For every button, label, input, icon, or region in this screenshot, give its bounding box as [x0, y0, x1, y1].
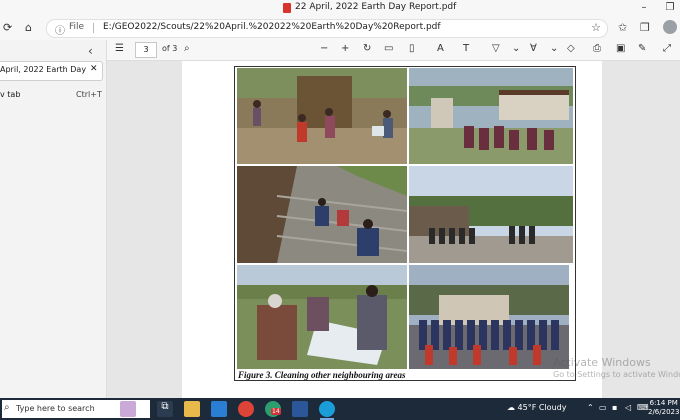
new-tab-shortcut: Ctrl+T [76, 90, 102, 99]
system-clock[interactable]: 6:14 PM 2/6/2023 [648, 399, 679, 417]
url-bar[interactable]: ⓘ File E:/GEO2022/Scouts/22%20April.%202… [46, 19, 608, 38]
photo-collecting-waste [237, 265, 407, 369]
favorites-icon[interactable]: ✩ [618, 21, 627, 34]
search-placeholder: Type here to search [16, 404, 95, 413]
task-view-icon[interactable]: ⧉ [157, 401, 173, 417]
photo-stairs-cleaning [237, 166, 407, 263]
figure-caption: Figure 3. Cleaning other neighbouring ar… [238, 370, 406, 380]
edge-icon[interactable] [319, 401, 335, 417]
cortana-icon[interactable] [120, 401, 136, 417]
page-view-icon[interactable]: ▯ [409, 43, 415, 54]
save-as-icon[interactable]: ✎ [638, 43, 646, 54]
tab-item[interactable]: April, 2022 Earth Day Report.pdf ✕ [0, 61, 103, 81]
taskbar: ⌕ Type here to search ⧉ 14 ☁ 45°F Cloudy… [0, 398, 680, 420]
fit-page-icon[interactable]: ▭ [384, 43, 393, 54]
vertical-tab-sidebar: ‹ April, 2022 Earth Day Report.pdf ✕ v t… [0, 40, 107, 398]
reload-icon[interactable]: ⟳ [3, 21, 12, 34]
rotate-icon[interactable]: ↻ [363, 43, 371, 54]
close-icon[interactable]: ✕ [90, 64, 98, 74]
window-title: 22 April, 2022 Earth Day Report.pdf [295, 2, 457, 12]
weather-text: 45°F Cloudy [517, 403, 567, 412]
chevron-up-icon[interactable]: ⌃ [587, 403, 594, 412]
address-bar-row: ⟳ ⌂ ⓘ File E:/GEO2022/Scouts/22%20April.… [0, 16, 680, 40]
weather-widget[interactable]: ☁ 45°F Cloudy [507, 403, 566, 412]
pdf-toolbar: ☰ 3 of 3 ⌕ − + ↻ ▭ ▯ A T ▽ ⌄ ∀ ⌄ ◇ ⎙ ▣ ✎… [107, 40, 680, 61]
draw-icon[interactable]: ▽ [492, 43, 500, 54]
home-icon[interactable]: ⌂ [25, 21, 32, 34]
collapse-sidebar-icon[interactable]: ‹ [88, 44, 93, 58]
zoom-in-icon[interactable]: + [341, 43, 349, 54]
zoom-out-icon[interactable]: − [320, 43, 328, 54]
page-count: of 3 [162, 44, 178, 53]
fullscreen-icon[interactable]: ⤢ [663, 43, 671, 54]
minimize-icon[interactable]: – [634, 0, 654, 16]
app-icon[interactable]: 14 [265, 401, 281, 417]
contents-icon[interactable]: ☰ [115, 43, 124, 54]
mail-icon[interactable] [211, 401, 227, 417]
activation-watermark-text: Go to Settings to activate Windows [553, 370, 680, 379]
clock-time: 6:14 PM [649, 399, 678, 407]
profile-avatar[interactable] [663, 20, 677, 34]
maximize-icon[interactable]: ❐ [660, 0, 680, 16]
scheme-label: File [69, 22, 85, 32]
photo-group-courtyard [409, 68, 573, 164]
pdf-viewer[interactable]: Figure 3. Cleaning other neighbouring ar… [107, 61, 680, 398]
erase-icon[interactable]: ◇ [567, 43, 575, 54]
search-icon[interactable]: ⌕ [184, 43, 190, 54]
draw-dropdown-icon[interactable]: ⌄ [512, 43, 520, 54]
bookmark-star-icon[interactable]: ☆ [591, 21, 601, 34]
text-icon[interactable]: T [463, 43, 469, 54]
highlight-dropdown-icon[interactable]: ⌄ [550, 43, 558, 54]
page-number-input[interactable]: 3 [135, 42, 157, 58]
info-icon[interactable]: ⓘ [55, 22, 65, 37]
pdf-page: Figure 3. Cleaning other neighbouring ar… [182, 61, 602, 398]
clock-date: 2/6/2023 [648, 408, 680, 416]
activation-watermark-title: Activate Windows [553, 356, 651, 369]
photo-collage [234, 66, 576, 381]
save-icon[interactable]: ▣ [616, 43, 625, 54]
notification-badge: 14 [271, 408, 281, 415]
new-tab-label: v tab [0, 90, 21, 99]
search-icon: ⌕ [4, 402, 10, 413]
photo-cleaning-shed [237, 68, 407, 164]
tab-title: April, 2022 Earth Day Report.pdf [0, 65, 86, 74]
word-icon[interactable] [292, 401, 308, 417]
url-text[interactable]: E:/GEO2022/Scouts/22%20April.%202022%20E… [103, 22, 441, 32]
volume-icon[interactable]: ◁ [625, 403, 631, 412]
title-bar: 22 April, 2022 Earth Day Report.pdf – ❐ [0, 0, 680, 16]
read-aloud-icon[interactable]: A [437, 43, 444, 54]
scrollbar[interactable] [674, 61, 680, 398]
photo-group-portrait [409, 265, 569, 369]
collections-icon[interactable]: ❒ [640, 21, 650, 34]
file-explorer-icon[interactable] [184, 401, 200, 417]
cloud-icon: ☁ [507, 403, 518, 412]
network-icon[interactable]: ▭ [599, 403, 607, 412]
chrome-icon[interactable] [238, 401, 254, 417]
divider [93, 23, 94, 33]
keyboard-icon[interactable]: ⌨ [637, 403, 649, 412]
camera-icon[interactable]: ▪ [612, 403, 617, 412]
highlight-icon[interactable]: ∀ [530, 43, 537, 54]
print-icon[interactable]: ⎙ [593, 43, 601, 54]
photo-group-road [409, 166, 573, 263]
